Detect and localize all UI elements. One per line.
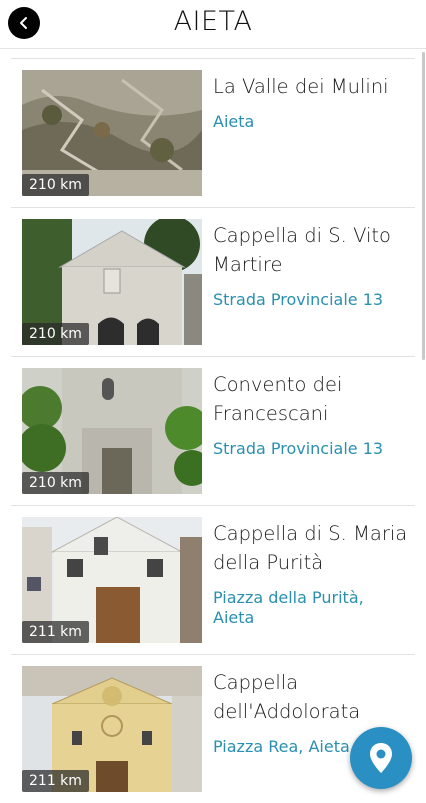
place-title: La Valle dei Mulini bbox=[213, 75, 389, 98]
page-title: AIETA bbox=[173, 6, 253, 37]
place-location: Aieta bbox=[213, 112, 255, 131]
list-item[interactable]: 210 km La Valle dei Mulini Aieta bbox=[11, 58, 415, 207]
place-title: Cappella di S. Maria della Purità bbox=[213, 522, 408, 574]
place-location: Strada Provinciale 13 bbox=[213, 290, 384, 309]
distance-badge: 211 km bbox=[22, 621, 89, 643]
map-button[interactable] bbox=[350, 727, 412, 789]
distance-badge: 210 km bbox=[22, 323, 89, 345]
distance-badge: 210 km bbox=[22, 174, 89, 196]
place-location: Strada Provinciale 13 bbox=[213, 439, 384, 458]
place-name: Convento dei Francescani Strada Provinci… bbox=[213, 370, 409, 459]
place-title: Convento dei Francescani bbox=[213, 373, 343, 425]
distance-badge: 210 km bbox=[22, 472, 89, 494]
map-pin-icon bbox=[370, 743, 392, 773]
place-name: La Valle dei Mulini Aieta bbox=[213, 72, 409, 132]
place-name: Cappella di S. Vito Martire Strada Provi… bbox=[213, 221, 409, 310]
list-item[interactable]: 210 km Cappella di S. Vito Martire Strad… bbox=[11, 207, 415, 356]
scrollbar[interactable] bbox=[422, 52, 425, 360]
distance-badge: 211 km bbox=[22, 770, 89, 792]
place-location: Piazza della Purità, Aieta bbox=[213, 588, 364, 627]
app-header: AIETA bbox=[0, 0, 426, 49]
place-title: Cappella di S. Vito Martire bbox=[213, 224, 391, 276]
list-item[interactable]: 211 km Cappella dell'Addolorata Piazza R… bbox=[11, 654, 415, 803]
list-item[interactable]: 210 km Convento dei Francescani Strada P… bbox=[11, 356, 415, 505]
list-item[interactable]: 211 km Cappella di S. Maria della Purità… bbox=[11, 505, 415, 654]
place-title: Cappella dell'Addolorata bbox=[213, 671, 361, 723]
place-name: Cappella di S. Maria della Purità Piazza… bbox=[213, 519, 409, 628]
